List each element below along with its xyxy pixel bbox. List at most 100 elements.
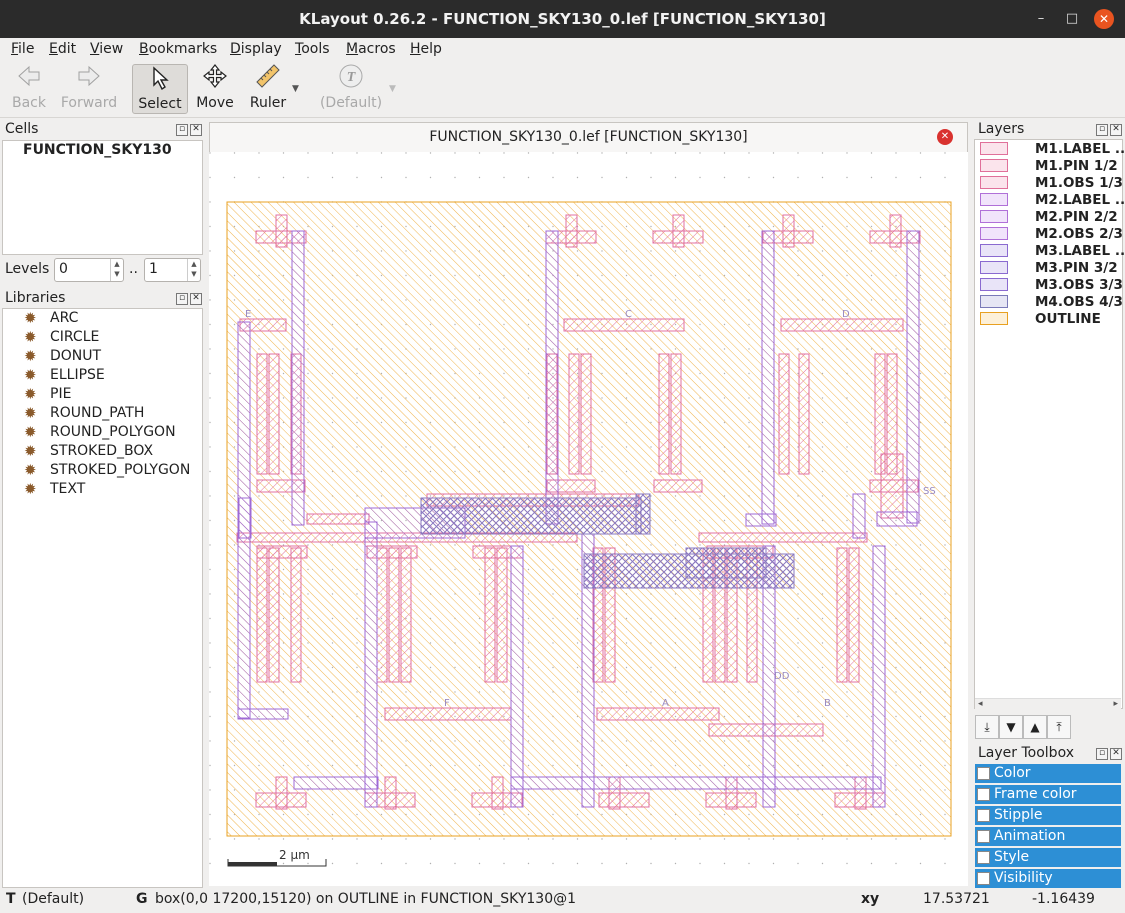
library-item[interactable]: ✹ TEXT: [24, 480, 85, 498]
library-item[interactable]: ✹ PIE: [24, 385, 71, 403]
pin-label-c: C: [625, 309, 632, 320]
layer-swatch-icon: [980, 227, 1008, 240]
layer-swatch-icon: [980, 210, 1008, 223]
cells-panel-buttons: ▫ ✕: [174, 124, 202, 136]
gear-icon: ✹: [24, 385, 37, 403]
minimize-button[interactable]: –: [1031, 9, 1051, 29]
spin-arrows-icon[interactable]: ▲ ▼: [187, 259, 200, 281]
gear-icon: ✹: [24, 423, 37, 441]
expand-checkbox-icon[interactable]: [977, 767, 990, 780]
layout-canvas[interactable]: E C D SS F A B DD 2 µm: [209, 152, 968, 886]
float-icon[interactable]: ▫: [1096, 748, 1108, 760]
ruler-dropdown-arrow-icon[interactable]: ▼: [292, 84, 299, 94]
toolbar: Back Forward Select Move Ruler ▼ T (Defa…: [0, 60, 1125, 118]
close-icon[interactable]: ✕: [1110, 748, 1122, 760]
select-button[interactable]: Select: [132, 64, 188, 114]
pin-label-dd: DD: [774, 671, 790, 682]
layout-tab-title: FUNCTION_SKY130_0.lef [FUNCTION_SKY130]: [429, 129, 748, 145]
scroll-right-icon[interactable]: ▸: [1113, 699, 1118, 709]
move-down-icon[interactable]: ▼: [999, 715, 1023, 739]
library-item[interactable]: ✹ ELLIPSE: [24, 367, 105, 384]
layer-swatch-icon: [980, 278, 1008, 291]
expand-checkbox-icon[interactable]: [977, 830, 990, 843]
library-item[interactable]: ✹ ROUND_POLYGON: [24, 423, 176, 441]
gear-icon: ✹: [24, 480, 37, 498]
status-info: box(0,0 17200,15120) on OUTLINE in FUNCT…: [155, 891, 577, 907]
library-item[interactable]: ✹ CIRCLE: [24, 328, 99, 346]
move-to-bottom-icon[interactable]: ⤓: [975, 715, 999, 739]
title-bar: KLayout 0.26.2 - FUNCTION_SKY130_0.lef […: [0, 0, 1125, 38]
library-item[interactable]: ✹ ROUND_PATH: [24, 404, 144, 422]
menu-macros[interactable]: Macros: [346, 41, 396, 57]
menu-bookmarks[interactable]: Bookmarks: [139, 41, 217, 57]
cells-tree[interactable]: FUNCTION_SKY130: [2, 140, 203, 255]
mode-dropdown-arrow-icon[interactable]: ▼: [389, 84, 396, 94]
float-icon[interactable]: ▫: [1096, 124, 1108, 136]
gear-icon: ✹: [24, 309, 37, 327]
layer-swatch-icon: [980, 176, 1008, 189]
text-mode-icon: T: [339, 64, 363, 88]
toolbox-visibility[interactable]: Visibility: [975, 869, 1121, 888]
gear-icon: ✹: [24, 461, 37, 479]
scroll-left-icon[interactable]: ◂: [978, 699, 983, 709]
scale-bar-label: 2 µm: [279, 848, 310, 862]
library-item[interactable]: ✹ DONUT: [24, 347, 101, 365]
pointer-icon: [153, 66, 169, 91]
menu-file[interactable]: File: [11, 41, 34, 57]
ruler-button[interactable]: Ruler: [246, 63, 290, 113]
menu-tools[interactable]: Tools: [295, 41, 330, 57]
toolbox-stipple[interactable]: Stipple: [975, 806, 1121, 825]
library-item[interactable]: ✹ ARC: [24, 309, 78, 327]
layer-swatch-icon: [980, 312, 1008, 325]
cell-item[interactable]: FUNCTION_SKY130: [23, 142, 172, 158]
levels-label: Levels: [5, 261, 50, 277]
levels-from-input[interactable]: 0 ▲ ▼: [54, 258, 124, 282]
toolbox-style[interactable]: Style: [975, 848, 1121, 867]
arrow-left-icon: [18, 65, 40, 87]
menu-display[interactable]: Display: [230, 41, 282, 57]
toolbox-frame-color[interactable]: Frame color: [975, 785, 1121, 804]
close-icon[interactable]: ✕: [190, 124, 202, 136]
libraries-panel-buttons: ▫ ✕: [174, 293, 202, 305]
expand-checkbox-icon[interactable]: [977, 872, 990, 885]
close-icon[interactable]: ✕: [190, 293, 202, 305]
layer-swatch-icon: [980, 244, 1008, 257]
status-y-value: -1.16439: [1032, 891, 1095, 907]
gear-icon: ✹: [24, 404, 37, 422]
pin-label-f: F: [444, 698, 450, 709]
default-mode-button[interactable]: T (Default): [316, 63, 386, 113]
close-tab-icon[interactable]: ✕: [937, 129, 953, 145]
library-item[interactable]: ✹ STROKED_POLYGON: [24, 461, 190, 479]
gear-icon: ✹: [24, 328, 37, 346]
move-up-icon[interactable]: ▲: [1023, 715, 1047, 739]
back-button[interactable]: Back: [8, 63, 50, 113]
menu-view[interactable]: View: [90, 41, 123, 57]
menu-edit[interactable]: Edit: [49, 41, 76, 57]
menu-help[interactable]: Help: [410, 41, 442, 57]
forward-button[interactable]: Forward: [58, 63, 120, 113]
library-item[interactable]: ✹ STROKED_BOX: [24, 443, 153, 460]
levels-to-input[interactable]: 1 ▲ ▼: [144, 258, 201, 282]
float-icon[interactable]: ▫: [176, 293, 188, 305]
maximize-button[interactable]: □: [1062, 9, 1082, 29]
layer-toolbox-buttons: ▫ ✕: [1094, 748, 1122, 760]
spin-arrows-icon[interactable]: ▲ ▼: [110, 259, 123, 281]
gear-icon: ✹: [24, 347, 37, 365]
expand-checkbox-icon[interactable]: [977, 809, 990, 822]
move-button[interactable]: Move: [194, 63, 236, 113]
layer-swatch-icon: [980, 142, 1008, 155]
expand-checkbox-icon[interactable]: [977, 788, 990, 801]
layout-tab[interactable]: FUNCTION_SKY130_0.lef [FUNCTION_SKY130] …: [209, 122, 968, 152]
levels-separator: ..: [129, 261, 138, 277]
float-icon[interactable]: ▫: [176, 124, 188, 136]
libraries-panel-title: Libraries: [5, 290, 66, 306]
expand-checkbox-icon[interactable]: [977, 851, 990, 864]
toolbox-animation[interactable]: Animation: [975, 827, 1121, 846]
move-to-top-icon[interactable]: ⤒: [1047, 715, 1071, 739]
layers-horizontal-scrollbar[interactable]: ◂ ▸: [975, 698, 1121, 711]
toolbox-color[interactable]: Color: [975, 764, 1121, 783]
pin-label-e: E: [245, 309, 251, 320]
close-window-button[interactable]: ✕: [1094, 9, 1114, 29]
layer-swatch-icon: [980, 295, 1008, 308]
close-icon[interactable]: ✕: [1110, 124, 1122, 136]
